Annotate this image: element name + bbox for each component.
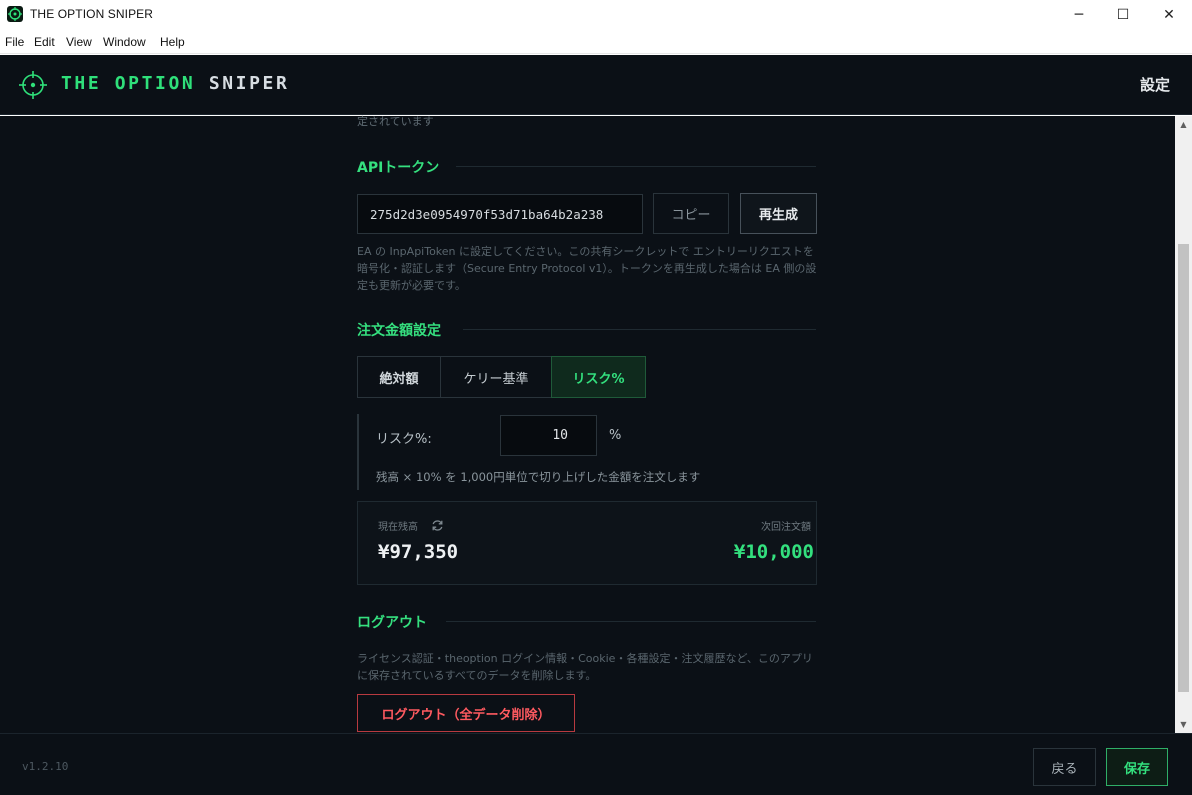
- scrollbar-thumb[interactable]: [1178, 244, 1189, 692]
- crosshair-logo-icon: [18, 70, 48, 100]
- current-balance-value: ¥97,350: [378, 541, 459, 563]
- back-button[interactable]: 戻る: [1033, 748, 1096, 786]
- maximize-button[interactable]: ☐: [1100, 0, 1146, 30]
- section-divider: [446, 621, 816, 622]
- menu-file[interactable]: File: [5, 35, 24, 49]
- refresh-icon[interactable]: [431, 517, 444, 531]
- logout-heading: ログアウト: [357, 615, 427, 631]
- close-button[interactable]: ✕: [1146, 0, 1192, 30]
- menu-view[interactable]: View: [66, 35, 92, 49]
- tab-kelly-criterion[interactable]: ケリー基準: [440, 356, 552, 398]
- menu-bar: File Edit View Window Help: [0, 30, 1192, 54]
- brand-title-part2: SNIPER: [208, 73, 290, 94]
- order-amount-heading: 注文金額設定: [357, 323, 441, 339]
- minimize-button[interactable]: ─: [1056, 0, 1102, 30]
- current-balance-label: 現在残高: [378, 522, 418, 533]
- risk-percent-input[interactable]: 10: [500, 415, 597, 456]
- window-title: THE OPTION SNIPER: [30, 7, 154, 21]
- section-divider: [463, 329, 816, 330]
- truncated-text: 定されています: [357, 115, 434, 128]
- menu-window[interactable]: Window: [103, 35, 146, 49]
- copy-token-button[interactable]: コピー: [653, 193, 729, 234]
- section-divider: [456, 166, 816, 167]
- save-button[interactable]: 保存: [1106, 748, 1168, 786]
- menu-help[interactable]: Help: [160, 35, 185, 49]
- window-titlebar: THE OPTION SNIPER ─ ☐ ✕: [0, 0, 1192, 30]
- scroll-up-arrow-icon[interactable]: ▲: [1175, 116, 1192, 133]
- logout-description: ライセンス認証・theoption ログイン情報・Cookie・各種設定・注文履…: [357, 652, 813, 682]
- logout-delete-all-button[interactable]: ログアウト（全データ削除）: [357, 694, 575, 732]
- brand-title-part1: THE OPTION: [61, 73, 196, 94]
- vertical-scrollbar[interactable]: ▲ ▼: [1175, 116, 1192, 733]
- risk-note: 残高 × 10% を 1,000円単位で切り上げした金額を注文します: [376, 470, 701, 484]
- brand-title: THE OPTION SNIPER: [61, 73, 289, 94]
- regenerate-token-button[interactable]: 再生成: [740, 193, 817, 234]
- footer-bar: v1.2.10 戻る 保存: [0, 733, 1192, 795]
- tab-absolute-amount[interactable]: 絶対額: [357, 356, 441, 398]
- risk-percent-label: リスク%:: [376, 432, 432, 447]
- app-version: v1.2.10: [22, 760, 69, 773]
- scroll-down-arrow-icon[interactable]: ▼: [1175, 716, 1192, 733]
- tab-risk-percent[interactable]: リスク%: [551, 356, 646, 398]
- settings-header-label: 設定: [1139, 76, 1170, 94]
- api-token-description: EA の InpApiToken に設定してください。この共有シークレットで エ…: [357, 245, 817, 292]
- api-token-heading: APIトークン: [357, 160, 440, 176]
- risk-percent-unit: %: [609, 428, 622, 443]
- app-header: THE OPTION SNIPER 設定: [0, 55, 1192, 115]
- next-order-value: ¥10,000: [733, 541, 814, 563]
- app-icon: [7, 6, 23, 22]
- api-token-field[interactable]: 275d2d3e0954970f53d71ba64b2a238: [357, 194, 643, 234]
- next-order-label: 次回注文額: [761, 522, 811, 533]
- menu-edit[interactable]: Edit: [34, 35, 55, 49]
